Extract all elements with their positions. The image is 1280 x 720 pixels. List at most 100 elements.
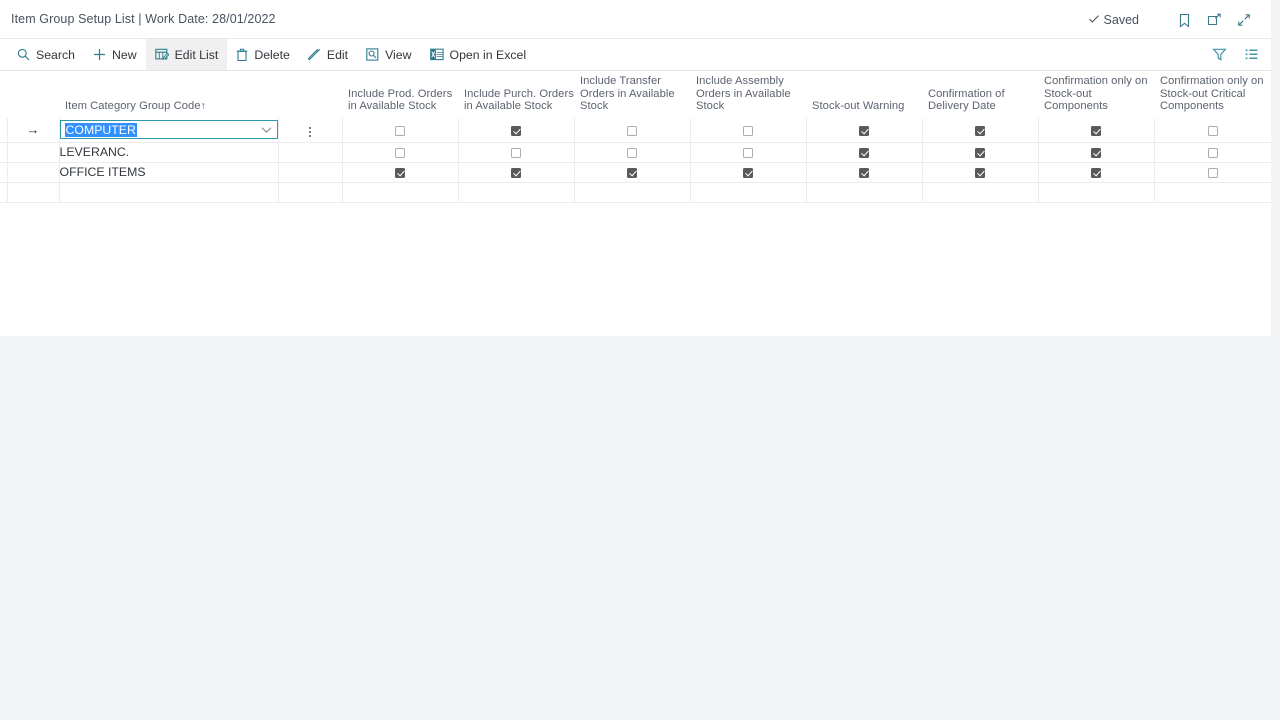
checkbox-confirmation-of-delivery-date[interactable]: [975, 147, 985, 158]
checkbox-confirmation-of-delivery-date[interactable]: [975, 125, 985, 136]
cell-include-assembly-orders[interactable]: [690, 162, 807, 183]
cell-include-transfer-orders[interactable]: [574, 162, 691, 183]
cell-item-category-group-code[interactable]: OFFICE ITEMS: [59, 162, 279, 183]
header-include-purch-orders[interactable]: Include Purch. Orders in Available Stock: [458, 71, 574, 118]
cell-confirmation-of-delivery-date[interactable]: [922, 118, 1039, 143]
checkbox-include-prod-orders[interactable]: [395, 167, 405, 178]
cell-include-assembly-orders[interactable]: [690, 182, 807, 203]
edit-list-button[interactable]: Edit List: [145, 39, 228, 70]
cell-item-category-group-code[interactable]: COMPUTER: [59, 118, 279, 143]
edit-button[interactable]: Edit: [299, 39, 357, 70]
cell-confirmation-of-delivery-date[interactable]: [922, 182, 1039, 203]
checkbox-include-prod-orders[interactable]: [395, 125, 405, 136]
item-category-group-code-input[interactable]: COMPUTER: [59, 120, 278, 140]
collapse-icon[interactable]: [1229, 9, 1259, 31]
application-window: Item Group Setup List | Work Date: 28/01…: [0, 0, 1271, 336]
checkbox-include-transfer-orders[interactable]: [627, 167, 637, 178]
cell-item-category-group-code[interactable]: LEVERANC.: [59, 142, 279, 163]
cell-include-purch-orders[interactable]: [458, 162, 575, 183]
cell-include-purch-orders[interactable]: [458, 118, 575, 143]
checkbox-stock-out-warning[interactable]: [859, 167, 869, 178]
checkbox-include-transfer-orders[interactable]: [627, 125, 637, 136]
table-row[interactable]: → COMPUTER: [0, 118, 1271, 143]
cell-confirmation-only-stock-out-components[interactable]: [1038, 142, 1155, 163]
row-indicator: [7, 162, 60, 183]
cell-include-purch-orders[interactable]: [458, 182, 575, 203]
checkbox-include-assembly-orders[interactable]: [743, 147, 753, 158]
checkbox-include-assembly-orders[interactable]: [743, 167, 753, 178]
cell-confirmation-only-stock-out-components[interactable]: [1038, 162, 1155, 183]
page-title: Item Group Setup List | Work Date: 28/01…: [11, 12, 276, 26]
edit-button-label: Edit: [326, 47, 349, 62]
cell-include-assembly-orders[interactable]: [690, 142, 807, 163]
search-button[interactable]: Search: [8, 39, 84, 70]
new-button[interactable]: New: [84, 39, 146, 70]
row-context-menu-button[interactable]: [278, 182, 343, 203]
row-context-menu-button[interactable]: [278, 142, 343, 163]
checkbox-include-assembly-orders[interactable]: [743, 125, 753, 136]
checkbox-include-prod-orders[interactable]: [395, 147, 405, 158]
filter-icon[interactable]: [1207, 43, 1231, 67]
row-context-menu-button[interactable]: [278, 118, 343, 143]
cell-include-transfer-orders[interactable]: [574, 118, 691, 143]
checkbox-include-purch-orders[interactable]: [511, 147, 521, 158]
open-in-excel-button[interactable]: Open in Excel: [421, 39, 536, 70]
cell-confirmation-of-delivery-date[interactable]: [922, 162, 1039, 183]
cell-confirmation-only-stock-out-components[interactable]: [1038, 118, 1155, 143]
cell-include-transfer-orders[interactable]: [574, 142, 691, 163]
cell-stock-out-warning[interactable]: [806, 142, 923, 163]
cell-include-purch-orders[interactable]: [458, 142, 575, 163]
checkbox-confirmation-only-stock-out-components[interactable]: [1091, 147, 1101, 158]
row-context-menu-button[interactable]: [278, 162, 343, 183]
checkbox-confirmation-only-stock-out-critical-components[interactable]: [1207, 167, 1218, 178]
bookmark-icon[interactable]: [1169, 9, 1199, 31]
header-confirmation-only-stock-out-components[interactable]: Confirmation only on Stock-out Component…: [1038, 71, 1154, 118]
toolbar-right-actions: [1207, 39, 1263, 70]
cell-include-prod-orders[interactable]: [342, 162, 459, 183]
cell-include-prod-orders[interactable]: [342, 142, 459, 163]
cell-include-assembly-orders[interactable]: [690, 118, 807, 143]
checkbox-include-purch-orders[interactable]: [511, 125, 521, 136]
chevron-down-icon[interactable]: [261, 126, 272, 133]
list-options-icon[interactable]: [1239, 43, 1263, 67]
checkbox-include-purch-orders[interactable]: [511, 167, 521, 178]
table-row-new-placeholder[interactable]: [0, 182, 1271, 203]
header-include-transfer-orders[interactable]: Include Transfer Orders in Available Sto…: [574, 71, 690, 118]
cell-confirmation-only-stock-out-components[interactable]: [1038, 182, 1155, 203]
checkbox-confirmation-only-stock-out-components[interactable]: [1091, 125, 1101, 136]
cell-item-category-group-code[interactable]: [59, 182, 279, 203]
open-in-new-window-icon[interactable]: [1199, 9, 1229, 31]
checkbox-stock-out-warning[interactable]: [859, 125, 869, 136]
table-row[interactable]: OFFICE ITEMS: [0, 162, 1271, 183]
header-item-category-group-code[interactable]: Item Category Group Code↑: [59, 71, 278, 118]
cell-stock-out-warning[interactable]: [806, 118, 923, 143]
header-stock-out-warning[interactable]: Stock-out Warning: [806, 71, 922, 118]
cell-stock-out-warning[interactable]: [806, 162, 923, 183]
view-button[interactable]: View: [357, 39, 420, 70]
cell-confirmation-only-stock-out-critical-components[interactable]: [1154, 162, 1271, 183]
cell-confirmation-of-delivery-date[interactable]: [922, 142, 1039, 163]
cell-include-prod-orders[interactable]: [342, 118, 459, 143]
checkbox-confirmation-of-delivery-date[interactable]: [975, 167, 985, 178]
checkbox-include-transfer-orders[interactable]: [627, 147, 637, 158]
header-include-assembly-orders[interactable]: Include Assembly Orders in Available Sto…: [690, 71, 806, 118]
header-confirmation-only-stock-out-critical-components[interactable]: Confirmation only on Stock-out Critical …: [1154, 71, 1271, 118]
row-indicator: →: [7, 118, 60, 143]
row-gutter: [0, 182, 8, 203]
checkbox-confirmation-only-stock-out-critical-components[interactable]: [1207, 147, 1218, 158]
checkbox-confirmation-only-stock-out-components[interactable]: [1091, 167, 1101, 178]
check-icon: [1088, 13, 1100, 28]
delete-button[interactable]: Delete: [227, 39, 299, 70]
checkbox-stock-out-warning[interactable]: [859, 147, 869, 158]
cell-include-transfer-orders[interactable]: [574, 182, 691, 203]
cell-confirmation-only-stock-out-critical-components[interactable]: [1154, 182, 1271, 203]
checkbox-confirmation-only-stock-out-critical-components[interactable]: [1207, 125, 1218, 136]
cell-confirmation-only-stock-out-critical-components[interactable]: [1154, 142, 1271, 163]
cell-stock-out-warning[interactable]: [806, 182, 923, 203]
table-row[interactable]: LEVERANC.: [0, 142, 1271, 163]
header-include-prod-orders[interactable]: Include Prod. Orders in Available Stock: [342, 71, 458, 118]
cell-confirmation-only-stock-out-critical-components[interactable]: [1154, 118, 1271, 143]
cell-include-prod-orders[interactable]: [342, 182, 459, 203]
header-row-menu: [278, 71, 342, 118]
header-confirmation-of-delivery-date[interactable]: Confirmation of Delivery Date: [922, 71, 1038, 118]
